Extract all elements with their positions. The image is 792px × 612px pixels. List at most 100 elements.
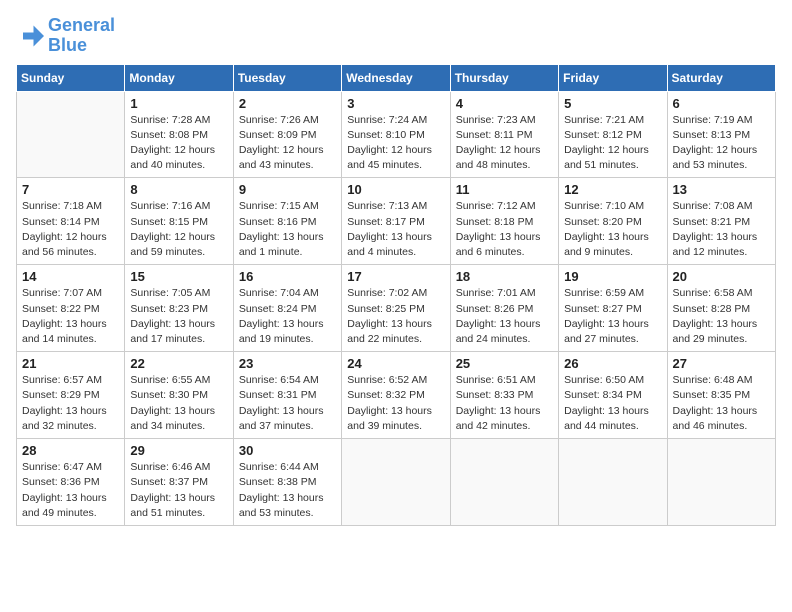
calendar-week-row: 14 Sunrise: 7:07 AMSunset: 8:22 PMDaylig… [17, 265, 776, 352]
calendar-day-cell: 14 Sunrise: 7:07 AMSunset: 8:22 PMDaylig… [17, 265, 125, 352]
day-info: Sunrise: 6:59 AMSunset: 8:27 PMDaylight:… [564, 286, 661, 347]
weekday-header: Sunday [17, 64, 125, 91]
page-header: General Blue [16, 16, 776, 56]
day-info: Sunrise: 6:50 AMSunset: 8:34 PMDaylight:… [564, 373, 661, 434]
day-number: 1 [130, 96, 227, 111]
day-info: Sunrise: 7:28 AMSunset: 8:08 PMDaylight:… [130, 113, 227, 174]
weekday-header: Saturday [667, 64, 775, 91]
day-number: 25 [456, 356, 553, 371]
weekday-header: Tuesday [233, 64, 341, 91]
calendar-day-cell: 13 Sunrise: 7:08 AMSunset: 8:21 PMDaylig… [667, 178, 775, 265]
day-info: Sunrise: 6:52 AMSunset: 8:32 PMDaylight:… [347, 373, 444, 434]
day-number: 5 [564, 96, 661, 111]
day-info: Sunrise: 7:08 AMSunset: 8:21 PMDaylight:… [673, 199, 770, 260]
day-info: Sunrise: 7:02 AMSunset: 8:25 PMDaylight:… [347, 286, 444, 347]
calendar-week-row: 7 Sunrise: 7:18 AMSunset: 8:14 PMDayligh… [17, 178, 776, 265]
calendar-day-cell: 2 Sunrise: 7:26 AMSunset: 8:09 PMDayligh… [233, 91, 341, 178]
day-number: 24 [347, 356, 444, 371]
calendar-day-cell: 19 Sunrise: 6:59 AMSunset: 8:27 PMDaylig… [559, 265, 667, 352]
day-info: Sunrise: 7:07 AMSunset: 8:22 PMDaylight:… [22, 286, 119, 347]
calendar-day-cell: 6 Sunrise: 7:19 AMSunset: 8:13 PMDayligh… [667, 91, 775, 178]
calendar-day-cell: 23 Sunrise: 6:54 AMSunset: 8:31 PMDaylig… [233, 352, 341, 439]
day-number: 9 [239, 182, 336, 197]
day-number: 16 [239, 269, 336, 284]
day-info: Sunrise: 7:21 AMSunset: 8:12 PMDaylight:… [564, 113, 661, 174]
day-number: 21 [22, 356, 119, 371]
calendar-day-cell: 26 Sunrise: 6:50 AMSunset: 8:34 PMDaylig… [559, 352, 667, 439]
calendar-day-cell: 9 Sunrise: 7:15 AMSunset: 8:16 PMDayligh… [233, 178, 341, 265]
day-number: 14 [22, 269, 119, 284]
calendar-day-cell: 3 Sunrise: 7:24 AMSunset: 8:10 PMDayligh… [342, 91, 450, 178]
day-number: 2 [239, 96, 336, 111]
calendar-day-cell: 21 Sunrise: 6:57 AMSunset: 8:29 PMDaylig… [17, 352, 125, 439]
calendar-day-cell: 25 Sunrise: 6:51 AMSunset: 8:33 PMDaylig… [450, 352, 558, 439]
day-info: Sunrise: 6:57 AMSunset: 8:29 PMDaylight:… [22, 373, 119, 434]
calendar-day-cell: 7 Sunrise: 7:18 AMSunset: 8:14 PMDayligh… [17, 178, 125, 265]
calendar-day-cell: 17 Sunrise: 7:02 AMSunset: 8:25 PMDaylig… [342, 265, 450, 352]
day-info: Sunrise: 6:51 AMSunset: 8:33 PMDaylight:… [456, 373, 553, 434]
logo-icon [16, 22, 44, 50]
day-info: Sunrise: 6:47 AMSunset: 8:36 PMDaylight:… [22, 460, 119, 521]
calendar-day-cell [559, 439, 667, 526]
day-info: Sunrise: 6:48 AMSunset: 8:35 PMDaylight:… [673, 373, 770, 434]
day-info: Sunrise: 6:54 AMSunset: 8:31 PMDaylight:… [239, 373, 336, 434]
day-info: Sunrise: 7:24 AMSunset: 8:10 PMDaylight:… [347, 113, 444, 174]
day-number: 20 [673, 269, 770, 284]
day-number: 12 [564, 182, 661, 197]
calendar-day-cell: 4 Sunrise: 7:23 AMSunset: 8:11 PMDayligh… [450, 91, 558, 178]
day-number: 4 [456, 96, 553, 111]
day-number: 15 [130, 269, 227, 284]
day-info: Sunrise: 7:04 AMSunset: 8:24 PMDaylight:… [239, 286, 336, 347]
day-info: Sunrise: 6:46 AMSunset: 8:37 PMDaylight:… [130, 460, 227, 521]
weekday-header: Monday [125, 64, 233, 91]
calendar-day-cell: 8 Sunrise: 7:16 AMSunset: 8:15 PMDayligh… [125, 178, 233, 265]
day-number: 17 [347, 269, 444, 284]
day-number: 7 [22, 182, 119, 197]
day-info: Sunrise: 7:19 AMSunset: 8:13 PMDaylight:… [673, 113, 770, 174]
calendar-day-cell: 22 Sunrise: 6:55 AMSunset: 8:30 PMDaylig… [125, 352, 233, 439]
calendar-day-cell: 15 Sunrise: 7:05 AMSunset: 8:23 PMDaylig… [125, 265, 233, 352]
calendar-day-cell: 5 Sunrise: 7:21 AMSunset: 8:12 PMDayligh… [559, 91, 667, 178]
day-number: 27 [673, 356, 770, 371]
calendar-day-cell: 11 Sunrise: 7:12 AMSunset: 8:18 PMDaylig… [450, 178, 558, 265]
calendar-day-cell [667, 439, 775, 526]
day-number: 26 [564, 356, 661, 371]
calendar-week-row: 28 Sunrise: 6:47 AMSunset: 8:36 PMDaylig… [17, 439, 776, 526]
calendar-day-cell [450, 439, 558, 526]
calendar-day-cell: 30 Sunrise: 6:44 AMSunset: 8:38 PMDaylig… [233, 439, 341, 526]
calendar-day-cell: 20 Sunrise: 6:58 AMSunset: 8:28 PMDaylig… [667, 265, 775, 352]
day-number: 19 [564, 269, 661, 284]
calendar-day-cell: 27 Sunrise: 6:48 AMSunset: 8:35 PMDaylig… [667, 352, 775, 439]
calendar-day-cell: 18 Sunrise: 7:01 AMSunset: 8:26 PMDaylig… [450, 265, 558, 352]
day-info: Sunrise: 6:44 AMSunset: 8:38 PMDaylight:… [239, 460, 336, 521]
day-info: Sunrise: 7:26 AMSunset: 8:09 PMDaylight:… [239, 113, 336, 174]
day-number: 10 [347, 182, 444, 197]
day-number: 23 [239, 356, 336, 371]
day-number: 11 [456, 182, 553, 197]
logo: General Blue [16, 16, 115, 56]
day-number: 29 [130, 443, 227, 458]
calendar-day-cell: 12 Sunrise: 7:10 AMSunset: 8:20 PMDaylig… [559, 178, 667, 265]
calendar-day-cell: 28 Sunrise: 6:47 AMSunset: 8:36 PMDaylig… [17, 439, 125, 526]
day-info: Sunrise: 7:16 AMSunset: 8:15 PMDaylight:… [130, 199, 227, 260]
calendar-day-cell: 16 Sunrise: 7:04 AMSunset: 8:24 PMDaylig… [233, 265, 341, 352]
day-info: Sunrise: 7:23 AMSunset: 8:11 PMDaylight:… [456, 113, 553, 174]
calendar-day-cell [17, 91, 125, 178]
weekday-header: Wednesday [342, 64, 450, 91]
calendar-day-cell: 29 Sunrise: 6:46 AMSunset: 8:37 PMDaylig… [125, 439, 233, 526]
calendar-week-row: 21 Sunrise: 6:57 AMSunset: 8:29 PMDaylig… [17, 352, 776, 439]
day-info: Sunrise: 7:13 AMSunset: 8:17 PMDaylight:… [347, 199, 444, 260]
calendar-header-row: SundayMondayTuesdayWednesdayThursdayFrid… [17, 64, 776, 91]
day-number: 28 [22, 443, 119, 458]
day-number: 13 [673, 182, 770, 197]
day-info: Sunrise: 7:01 AMSunset: 8:26 PMDaylight:… [456, 286, 553, 347]
day-info: Sunrise: 7:18 AMSunset: 8:14 PMDaylight:… [22, 199, 119, 260]
weekday-header: Friday [559, 64, 667, 91]
calendar-day-cell [342, 439, 450, 526]
logo-text: General Blue [48, 16, 115, 56]
day-info: Sunrise: 6:58 AMSunset: 8:28 PMDaylight:… [673, 286, 770, 347]
day-info: Sunrise: 7:15 AMSunset: 8:16 PMDaylight:… [239, 199, 336, 260]
day-info: Sunrise: 7:12 AMSunset: 8:18 PMDaylight:… [456, 199, 553, 260]
weekday-header: Thursday [450, 64, 558, 91]
day-number: 30 [239, 443, 336, 458]
